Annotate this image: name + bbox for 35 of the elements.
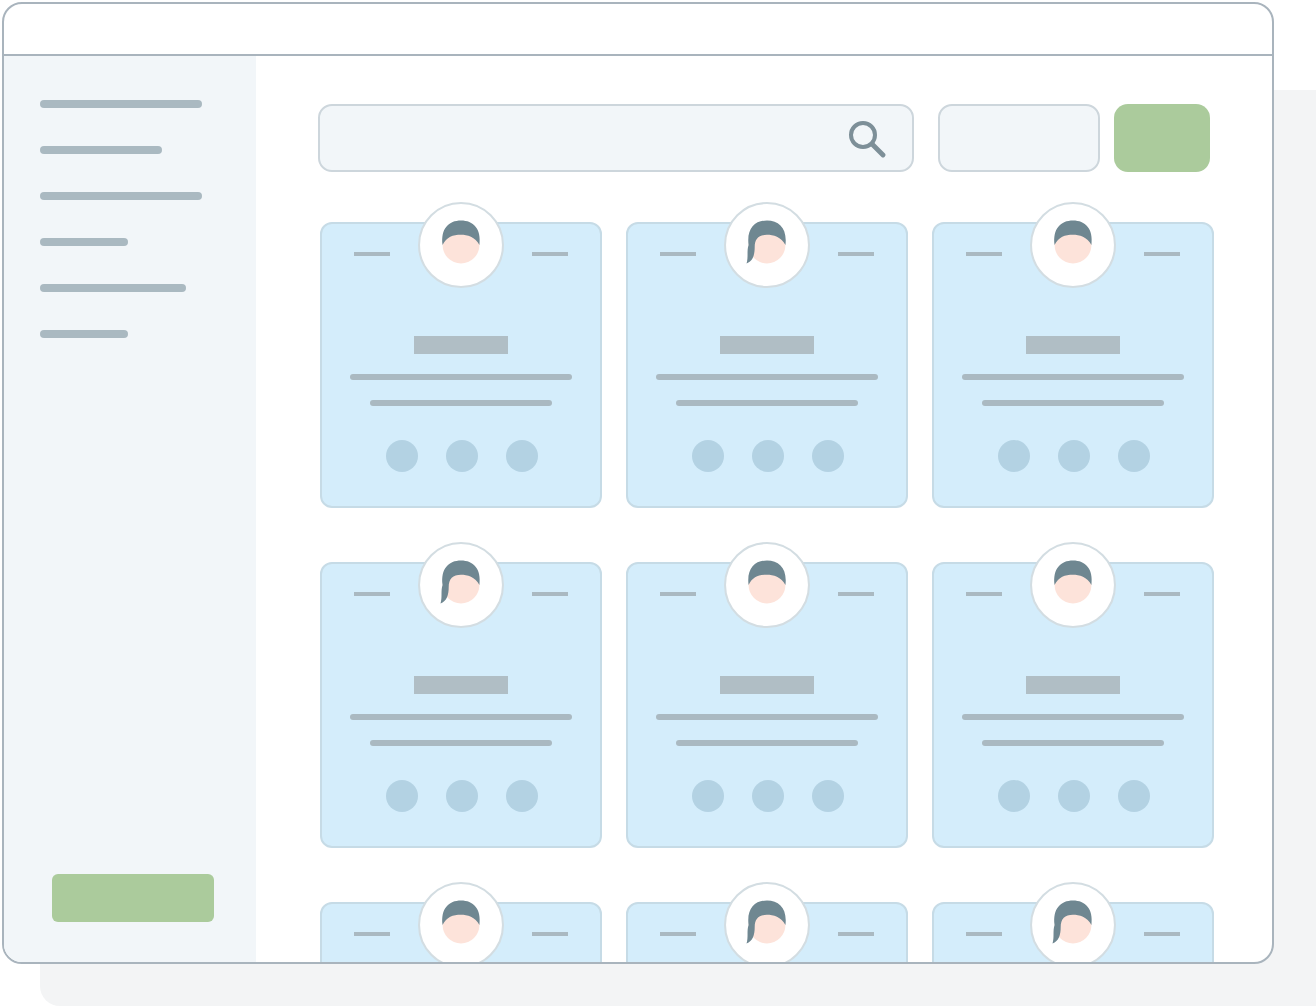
- title-placeholder: [1026, 676, 1120, 694]
- placeholder-line: [660, 592, 696, 596]
- placeholder-line: [966, 932, 1002, 936]
- sidebar-menu-item[interactable]: [40, 238, 128, 246]
- placeholder-line: [966, 252, 1002, 256]
- sidebar-menu-item[interactable]: [40, 100, 202, 108]
- sidebar-menu-item[interactable]: [40, 192, 202, 200]
- placeholder-line: [1144, 252, 1180, 256]
- title-placeholder: [414, 676, 508, 694]
- placeholder-line: [354, 252, 390, 256]
- placeholder-line: [1144, 932, 1180, 936]
- placeholder-line: [532, 252, 568, 256]
- primary-button[interactable]: [1114, 104, 1210, 172]
- sidebar-menu-item[interactable]: [40, 284, 186, 292]
- placeholder-line: [838, 592, 874, 596]
- secondary-button[interactable]: [938, 104, 1100, 172]
- placeholder-line: [660, 252, 696, 256]
- sidebar-menu-item[interactable]: [40, 146, 162, 154]
- placeholder-line: [1144, 592, 1180, 596]
- placeholder-line: [532, 592, 568, 596]
- placeholder-line: [354, 932, 390, 936]
- placeholder-line: [354, 592, 390, 596]
- title-placeholder: [1026, 336, 1120, 354]
- placeholder-line: [838, 252, 874, 256]
- sidebar-menu-item[interactable]: [40, 330, 128, 338]
- placeholder-line: [838, 932, 874, 936]
- sidebar-button[interactable]: [52, 874, 214, 922]
- search-icon: [848, 119, 886, 157]
- title-placeholder: [720, 676, 814, 694]
- search-field[interactable]: [318, 104, 914, 172]
- placeholder-line: [660, 932, 696, 936]
- title-placeholder: [414, 336, 508, 354]
- placeholder-line: [532, 932, 568, 936]
- placeholder-line: [966, 592, 1002, 596]
- title-placeholder: [720, 336, 814, 354]
